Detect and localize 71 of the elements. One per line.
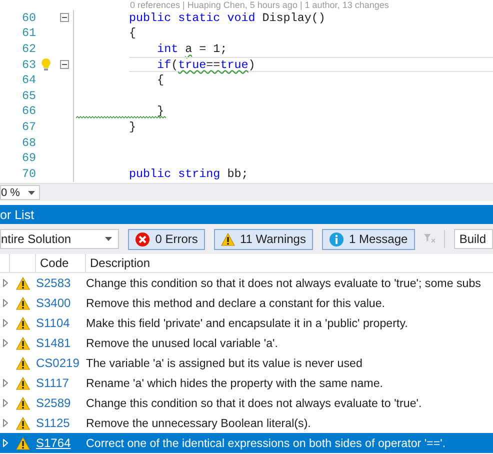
error-description: Correct one of the identical expressions on both sides of operator '=='.	[86, 436, 446, 450]
error-code-link[interactable]: S1117	[36, 376, 86, 390]
line-number: 67	[20, 120, 36, 134]
warning-icon	[16, 296, 30, 310]
error-description: Rename 'a' which hides the property with the same name.	[86, 376, 383, 390]
panel-title: or List	[0, 205, 493, 224]
expand-icon[interactable]	[2, 399, 8, 407]
error-description: Change this condition so that it does not always evaluate to 'true'.	[86, 396, 422, 410]
line-number: 60	[20, 10, 36, 25]
code-line: {	[156, 73, 164, 88]
warning-icon	[16, 276, 30, 290]
warning-icon	[16, 336, 30, 350]
code-line: }	[129, 120, 136, 134]
filter-button[interactable]: 11 Warnings	[214, 228, 313, 250]
warning-icon	[16, 396, 30, 410]
collapse-icon[interactable]	[60, 60, 69, 70]
scope-dropdown[interactable]: ntire Solution	[0, 229, 120, 249]
error-code-link[interactable]: CS0219	[36, 356, 86, 370]
error-code-link[interactable]: S1104	[36, 316, 86, 330]
error-code-link[interactable]: S1764	[36, 436, 86, 450]
error-code-link[interactable]: S1481	[36, 336, 86, 350]
line-number: 70	[20, 166, 36, 181]
zoom-dropdown[interactable]: 0 %	[0, 185, 40, 200]
line-number: 69	[20, 151, 36, 166]
error-code-link[interactable]: S2583	[36, 276, 86, 290]
expand-icon[interactable]	[2, 319, 8, 327]
code-line: {	[129, 26, 136, 40]
line-number: 64	[20, 73, 36, 88]
expand-icon[interactable]	[2, 339, 8, 347]
lightbulb-icon[interactable]	[41, 58, 51, 72]
code-line: }	[156, 104, 164, 118]
code-line: public string bb;	[129, 166, 248, 181]
error-description: Remove this method and declare a constant for this value.	[86, 296, 386, 310]
expand-icon[interactable]	[2, 379, 8, 387]
column-header[interactable]: Code	[40, 256, 69, 270]
filter-button[interactable]: 0 Errors	[128, 228, 205, 250]
warning-icon	[16, 436, 30, 450]
expand-icon[interactable]	[2, 419, 8, 427]
line-number: 65	[20, 88, 36, 103]
line-number: 62	[20, 42, 36, 56]
warning-icon	[16, 416, 30, 430]
error-row[interactable]: S1764 Correct one of the identical expressions on both sides of operator '=='.	[0, 433, 493, 453]
code-line: public static void Display()	[129, 10, 326, 25]
warning-icon	[16, 316, 30, 330]
expand-icon[interactable]	[2, 279, 8, 287]
error-code-link[interactable]: S2589	[36, 396, 86, 410]
collapse-icon[interactable]	[60, 13, 69, 22]
line-number: 66	[20, 104, 36, 118]
caret-icon	[105, 237, 112, 241]
error-description: Remove the unnecessary Boolean literal(s).	[86, 416, 311, 430]
code-line: int a = 1;	[156, 42, 228, 56]
info-icon	[328, 232, 344, 246]
column-header[interactable]: Description	[86, 256, 150, 270]
line-number: 63	[20, 58, 36, 72]
error-icon	[135, 232, 150, 246]
caret-icon	[28, 190, 35, 194]
error-description: Make this field 'private' and encapsulate it in a 'public' property.	[86, 316, 408, 330]
filter-button[interactable]: 1 Message	[322, 228, 415, 250]
warning-icon	[16, 376, 30, 390]
warning-icon	[16, 356, 30, 370]
code-line: if(true==true)	[156, 58, 256, 72]
error-description: Remove the unused local variable 'a'.	[86, 336, 278, 350]
error-code-link[interactable]: S3400	[36, 296, 86, 310]
error-description: Change this condition so that it does not always evaluate to 'true'; some subs	[86, 276, 481, 290]
warning-icon	[220, 232, 235, 246]
error-code-link[interactable]: S1125	[36, 416, 86, 430]
line-number: 61	[20, 26, 36, 40]
expand-icon[interactable]	[2, 299, 8, 307]
error-description: The variable 'a' is assigned but its value is never used	[86, 356, 362, 370]
line-number: 68	[20, 136, 36, 150]
source-dropdown[interactable]: Build	[454, 229, 493, 249]
